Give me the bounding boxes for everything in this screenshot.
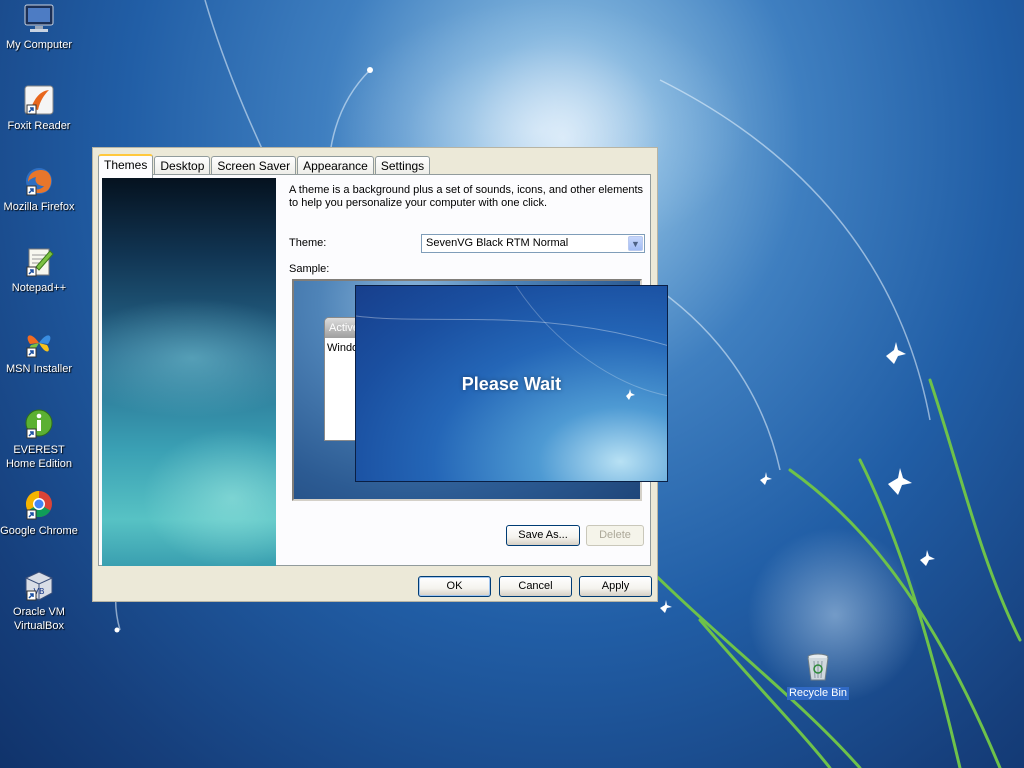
desktop-icon-foxit-reader[interactable]: Foxit Reader <box>0 83 79 133</box>
cancel-button[interactable]: Cancel <box>499 576 572 597</box>
tab-screen-saver[interactable]: Screen Saver <box>211 156 297 176</box>
notepad-plus-plus-icon <box>26 248 54 277</box>
chevron-down-icon[interactable]: ▼ <box>628 236 643 251</box>
theme-label: Theme: <box>289 237 327 249</box>
foxit-reader-icon <box>24 85 54 115</box>
tab-strip: Themes Desktop Screen Saver Appearance S… <box>98 154 431 178</box>
desktop-icon-everest-home-edition[interactable]: EVEREST Home Edition <box>0 407 79 471</box>
desktop-icon-my-computer[interactable]: My Computer <box>0 2 79 52</box>
desktop-icon-google-chrome[interactable]: Google Chrome <box>0 488 79 538</box>
apply-button[interactable]: Apply <box>579 576 652 597</box>
everest-info-icon <box>25 409 53 439</box>
tab-settings[interactable]: Settings <box>374 156 431 176</box>
icon-label: Oracle VM VirtualBox <box>13 606 65 632</box>
theme-sidebar-image <box>102 178 276 566</box>
icon-label: Google Chrome <box>0 525 78 537</box>
save-as-button[interactable]: Save As... <box>506 525 580 546</box>
icon-label: EVEREST Home Edition <box>5 444 73 470</box>
ok-button[interactable]: OK <box>418 576 491 597</box>
virtualbox-icon: VB <box>25 571 53 601</box>
tab-themes[interactable]: Themes <box>98 154 154 178</box>
tab-desktop[interactable]: Desktop <box>154 156 211 176</box>
firefox-icon <box>26 168 52 196</box>
desktop-icon-mozilla-firefox[interactable]: Mozilla Firefox <box>0 164 79 214</box>
desktop-icon-oracle-vm-virtualbox[interactable]: VB Oracle VM VirtualBox <box>0 569 79 633</box>
desktop-icon-notepad-plus-plus[interactable]: Notepad++ <box>0 245 79 295</box>
theme-dropdown[interactable]: SevenVG Black RTM Normal ▼ <box>421 234 645 253</box>
icon-label: My Computer <box>5 39 73 51</box>
icon-label: MSN Installer <box>5 363 73 375</box>
recycle-bin-icon <box>807 653 829 681</box>
msn-butterfly-icon <box>26 335 51 358</box>
tab-appearance[interactable]: Appearance <box>297 156 374 176</box>
please-wait-splash: Please Wait <box>355 285 668 482</box>
please-wait-message: Please Wait <box>461 374 562 394</box>
my-computer-icon <box>24 4 54 32</box>
chrome-icon <box>25 490 52 520</box>
icon-label: Mozilla Firefox <box>3 201 75 213</box>
icon-label: Notepad++ <box>11 282 67 294</box>
desktop-icon-msn-installer[interactable]: MSN Installer <box>0 326 79 376</box>
theme-description: A theme is a background plus a set of so… <box>289 184 644 209</box>
icon-label: Recycle Bin <box>786 687 850 700</box>
theme-dropdown-value: SevenVG Black RTM Normal <box>426 237 569 249</box>
icon-label: Foxit Reader <box>7 120 71 132</box>
delete-button[interactable]: Delete <box>586 525 644 546</box>
sample-label: Sample: <box>289 263 330 275</box>
desktop-icon-recycle-bin[interactable]: Recycle Bin <box>778 650 858 700</box>
